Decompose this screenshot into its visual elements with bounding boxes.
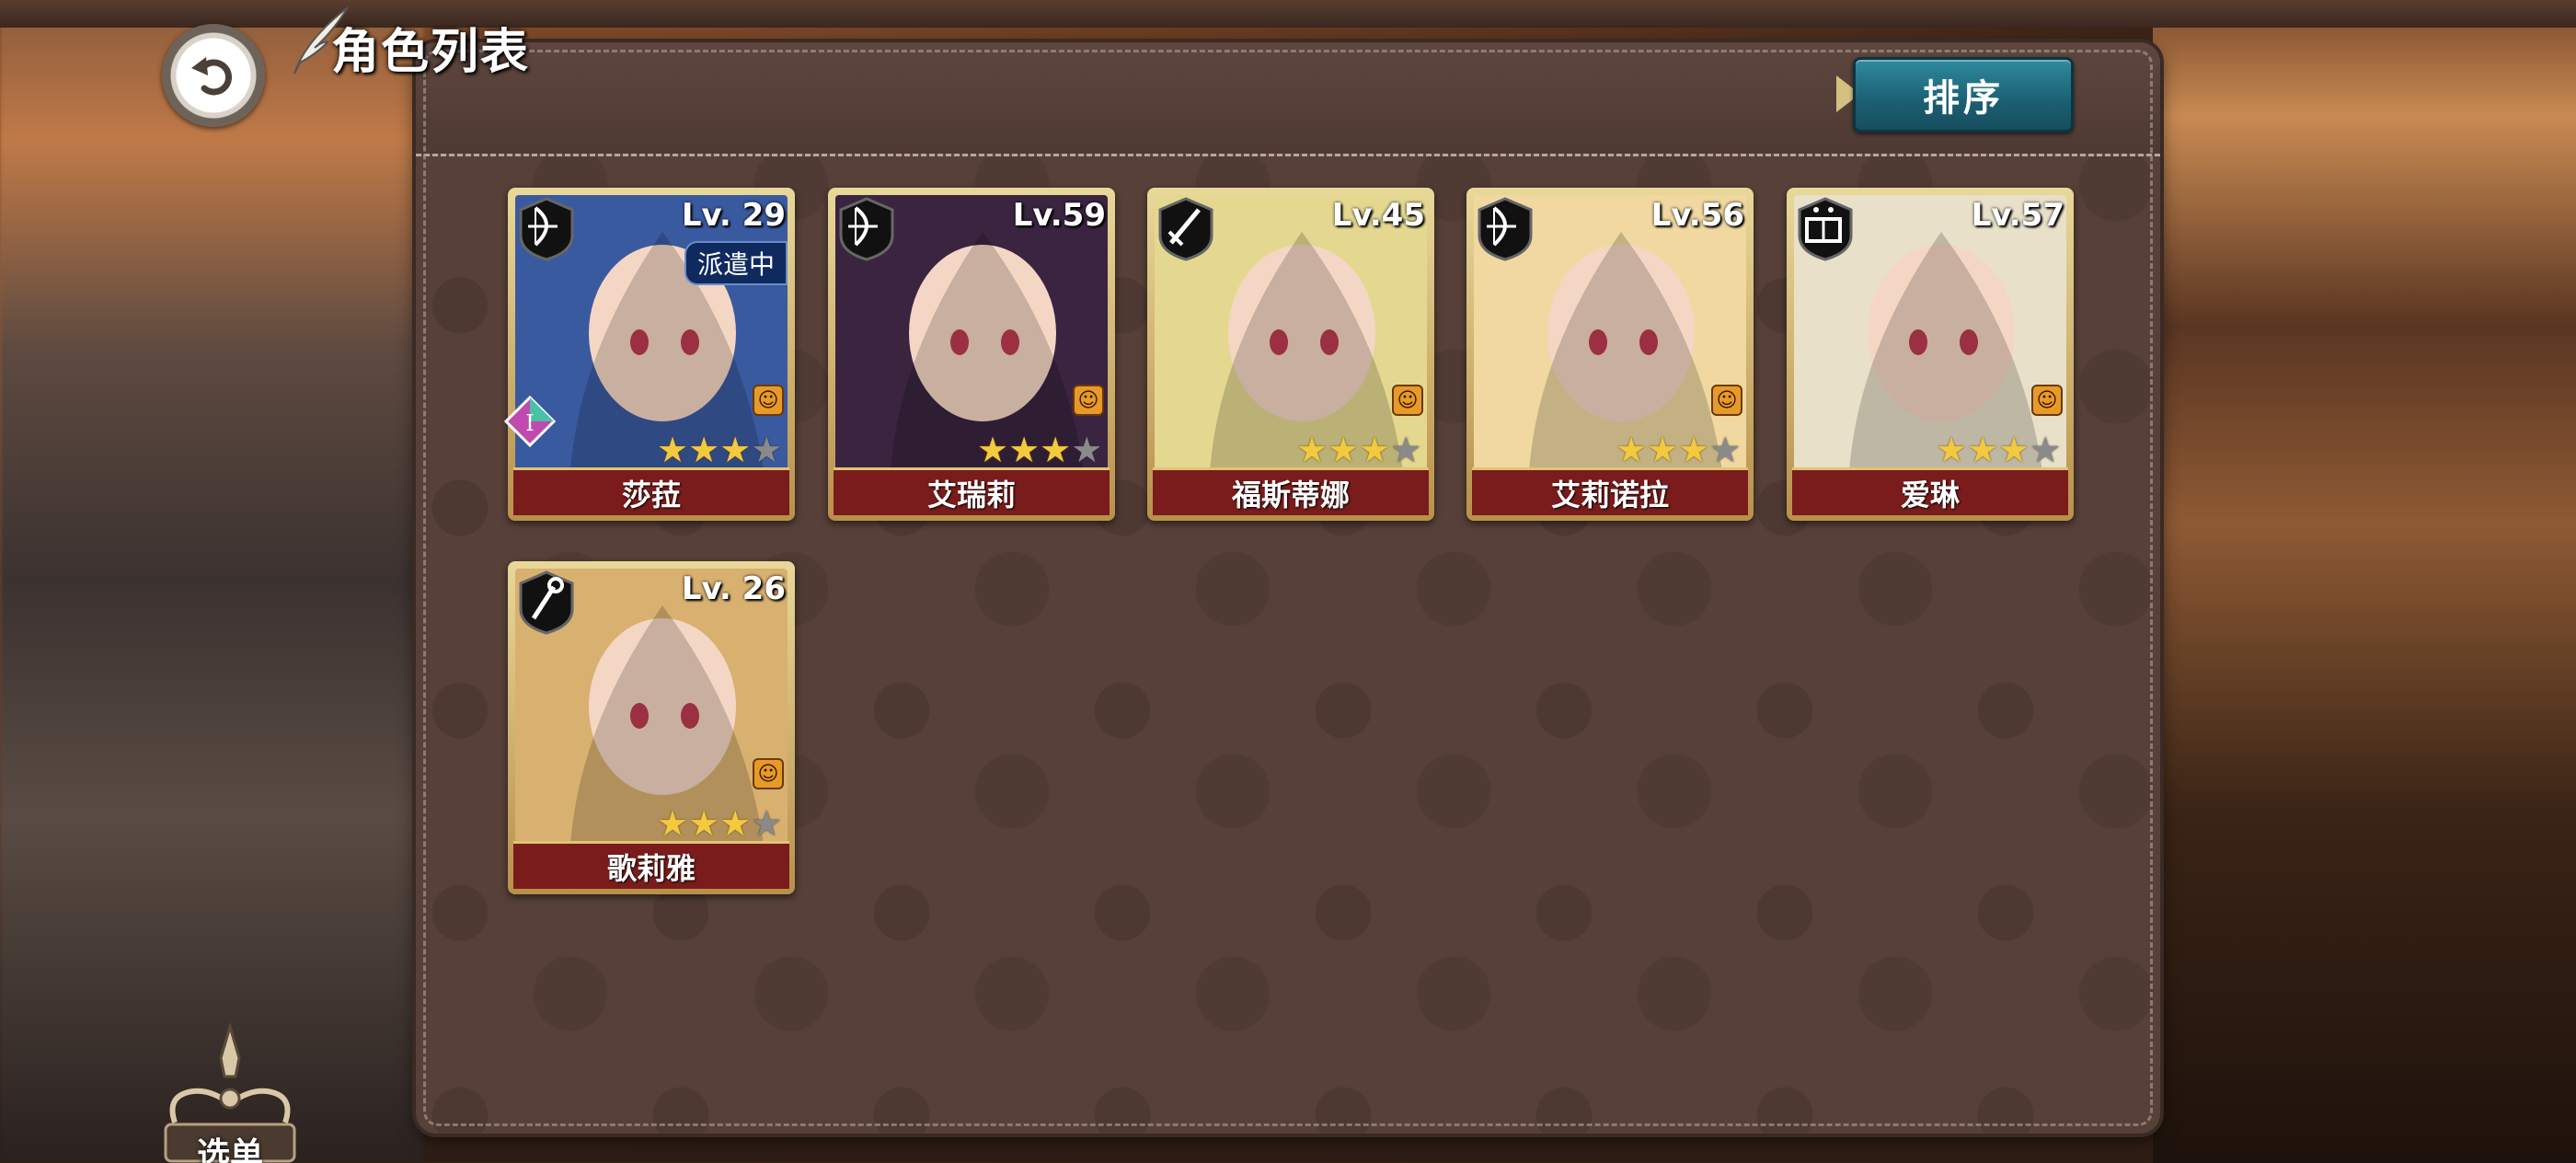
star-icon: ★ — [719, 430, 752, 470]
star-icon: ★ — [2030, 430, 2062, 470]
star-icon: ★ — [1709, 430, 1742, 470]
character-card[interactable]: Lv.57 ☺ ★ ★ ★ ★ 爱琳 — [1787, 188, 2074, 521]
star-icon: ★ — [1008, 430, 1041, 470]
mood-smile-icon: ☺ — [1392, 385, 1423, 416]
staff-class-icon — [519, 570, 574, 635]
star-icon: ★ — [657, 430, 689, 470]
star-icon: ★ — [751, 803, 783, 844]
character-name: 艾瑞莉 — [834, 467, 1110, 515]
level-label: Lv. 29 — [681, 197, 786, 234]
character-card[interactable]: Lv.45 ☺ ★ ★ ★ ★ 福斯蒂娜 — [1147, 188, 1434, 521]
book-class-icon — [1798, 197, 1853, 261]
rank-gem-icon: I — [503, 395, 557, 448]
level-label: Lv.56 — [1650, 197, 1744, 234]
star-rating: ★ ★ ★ ★ — [1616, 432, 1741, 467]
star-rating: ★ ★ ★ ★ — [977, 432, 1102, 467]
star-icon: ★ — [1040, 430, 1072, 470]
back-arrow-icon — [191, 57, 233, 96]
star-icon: ★ — [1359, 430, 1391, 470]
star-icon: ★ — [977, 430, 1009, 470]
star-icon: ★ — [1936, 430, 1968, 470]
character-name: 福斯蒂娜 — [1153, 467, 1429, 515]
page-title: 角色列表 — [331, 25, 531, 80]
star-rating: ★ ★ ★ ★ — [1936, 432, 2061, 467]
star-icon: ★ — [1296, 430, 1328, 470]
star-rating: ★ ★ ★ ★ — [657, 432, 782, 467]
mood-smile-icon: ☺ — [1711, 385, 1742, 416]
level-label: Lv. 26 — [681, 570, 786, 607]
bow-class-icon — [839, 197, 894, 261]
background-right — [2153, 0, 2576, 1163]
star-icon: ★ — [657, 803, 689, 844]
character-card[interactable]: Lv.56 ☺ ★ ★ ★ ★ 艾莉诺拉 — [1466, 188, 1754, 521]
star-rating: ★ ★ ★ ★ — [1296, 432, 1421, 467]
character-card[interactable]: Lv. 29 派遣中 I ☺ ★ ★ ★ ★ 莎菈 — [503, 188, 795, 521]
star-icon: ★ — [1647, 430, 1679, 470]
mood-smile-icon: ☺ — [1073, 385, 1104, 416]
star-rating: ★ ★ ★ ★ — [657, 806, 782, 841]
mood-smile-icon: ☺ — [753, 385, 784, 416]
character-name: 艾莉诺拉 — [1472, 467, 1748, 515]
star-icon: ★ — [688, 803, 720, 844]
bow-class-icon — [519, 197, 574, 261]
character-name: 歌莉雅 — [513, 841, 789, 889]
level-label: Lv.57 — [1971, 197, 2064, 234]
sword-class-icon — [1158, 197, 1213, 261]
mood-smile-icon: ☺ — [753, 758, 784, 789]
character-card[interactable]: Lv.59 ☺ ★ ★ ★ ★ 艾瑞莉 — [828, 188, 1115, 521]
back-button[interactable] — [162, 24, 265, 127]
character-card[interactable]: Lv. 26 ☺ ★ ★ ★ ★ 歌莉雅 — [508, 561, 795, 894]
star-icon: ★ — [1616, 430, 1648, 470]
level-label: Lv.59 — [1012, 197, 1106, 234]
star-icon: ★ — [1390, 430, 1422, 470]
background-left — [0, 0, 423, 1163]
star-icon: ★ — [1967, 430, 1999, 470]
star-icon: ★ — [1678, 430, 1710, 470]
character-name: 爱琳 — [1792, 467, 2068, 515]
star-icon: ★ — [1071, 430, 1103, 470]
star-icon: ★ — [1998, 430, 2030, 470]
star-icon: ★ — [751, 430, 783, 470]
level-label: Lv.45 — [1331, 197, 1425, 234]
star-icon: ★ — [688, 430, 720, 470]
bow-class-icon — [1478, 197, 1533, 261]
sort-button[interactable]: 排序 — [1853, 57, 2074, 132]
character-name: 莎菈 — [513, 467, 789, 515]
star-icon: ★ — [719, 803, 752, 844]
menu-label[interactable]: 选单 — [156, 1128, 304, 1163]
mood-smile-icon: ☺ — [2031, 385, 2063, 416]
star-icon: ★ — [1328, 430, 1360, 470]
status-badge: 派遣中 — [684, 241, 788, 285]
svg-text:I: I — [525, 410, 534, 436]
